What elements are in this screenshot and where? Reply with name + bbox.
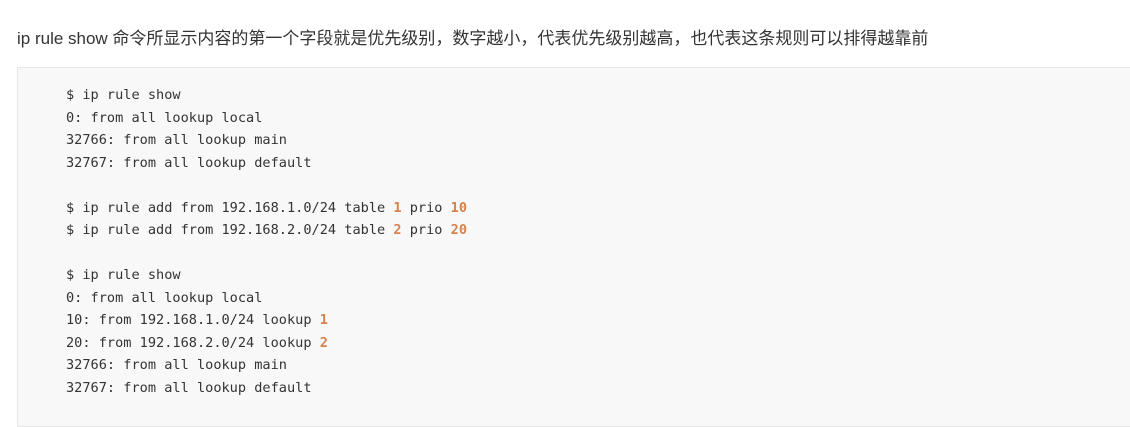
code-text: 32767: from all lookup default (66, 379, 312, 396)
code-block: $ ip rule show 0: from all lookup local 32… (17, 67, 1130, 427)
code-line: 20: from 192.168.2.0/24 lookup 2 (66, 332, 467, 355)
code-text: 0: from all lookup local (66, 109, 263, 126)
code-number: 1 (393, 199, 402, 216)
code-text: $ ip rule add from 192.168.2.0/24 table (66, 222, 394, 238)
code-line: $ ip rule show (66, 84, 467, 107)
code-line: 32766: from all lookup main (66, 129, 467, 152)
code-line: $ ip rule show (66, 264, 467, 287)
code-text: $ ip rule show (66, 87, 181, 103)
code-line: 10: from 192.168.1.0/24 lookup 1 (66, 309, 467, 332)
code-number: 2 (319, 334, 328, 351)
code-text: 10: from 192.168.1.0/24 lookup (66, 312, 320, 328)
code-number: 10 (450, 199, 468, 216)
code-number: 20 (450, 222, 468, 238)
code-number: 1 (319, 312, 328, 328)
code-text: $ ip rule show (66, 267, 181, 283)
code-line: $ ip rule add from 192.168.1.0/24 table … (66, 197, 467, 220)
code-content: $ ip rule show 0: from all lookup local 32… (66, 84, 467, 399)
intro-paragraph: ip rule show 命令所显示内容的第一个字段就是优先级别，数字越小，代表… (17, 29, 929, 48)
code-number: 2 (393, 222, 402, 238)
code-text: prio (401, 222, 451, 238)
code-text: 32766: from all lookup main (66, 357, 287, 373)
code-text: 32767: from all lookup default (66, 154, 312, 171)
code-line: 32766: from all lookup main (66, 354, 467, 377)
code-line: 32767: from all lookup default (66, 152, 467, 175)
code-text: $ ip rule add from 192.168.1.0/24 table (66, 199, 394, 216)
code-text: 20: from 192.168.2.0/24 lookup (66, 334, 320, 351)
code-line: $ ip rule add from 192.168.2.0/24 table … (66, 219, 467, 242)
code-line: 0: from all lookup local (66, 287, 467, 310)
code-text: 0: from all lookup local (66, 289, 263, 306)
code-line: 32767: from all lookup default (66, 377, 467, 400)
code-text: 32766: from all lookup main (66, 132, 287, 148)
code-text: prio (401, 199, 451, 216)
code-line: 0: from all lookup local (66, 107, 467, 130)
